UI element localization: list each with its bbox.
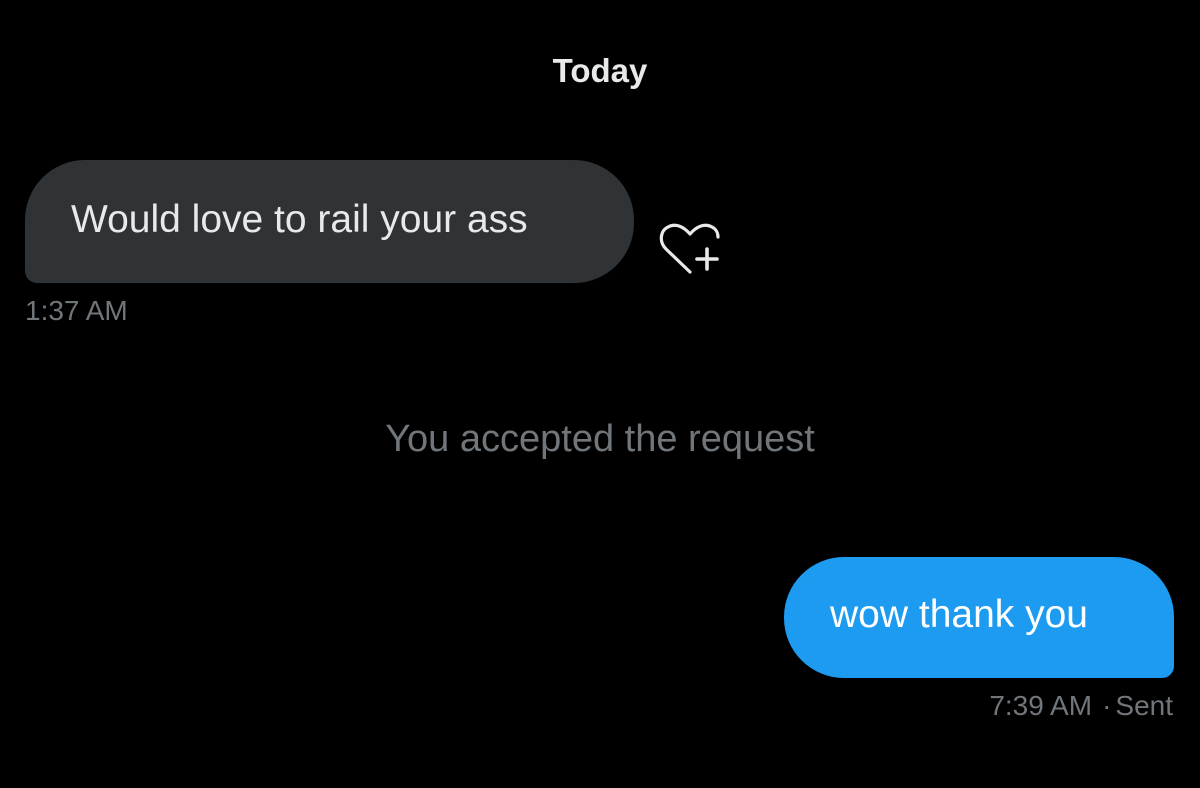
received-message-timestamp: 1:37 AM — [25, 295, 128, 326]
delivery-status: Sent — [1115, 690, 1173, 721]
received-message-bubble[interactable]: Would love to rail your ass — [25, 160, 634, 283]
date-divider: Today — [552, 52, 648, 89]
sent-message-meta: 7:39 AM · Sent — [989, 689, 1173, 723]
meta-separator: · — [1102, 690, 1112, 721]
request-accepted-notice: You accepted the request — [385, 418, 815, 460]
add-reaction-button[interactable] — [658, 222, 722, 278]
sent-message-timestamp: 7:39 AM — [989, 690, 1093, 721]
sent-message-bubble[interactable]: wow thank you — [784, 557, 1174, 678]
heart-plus-icon — [659, 223, 720, 274]
